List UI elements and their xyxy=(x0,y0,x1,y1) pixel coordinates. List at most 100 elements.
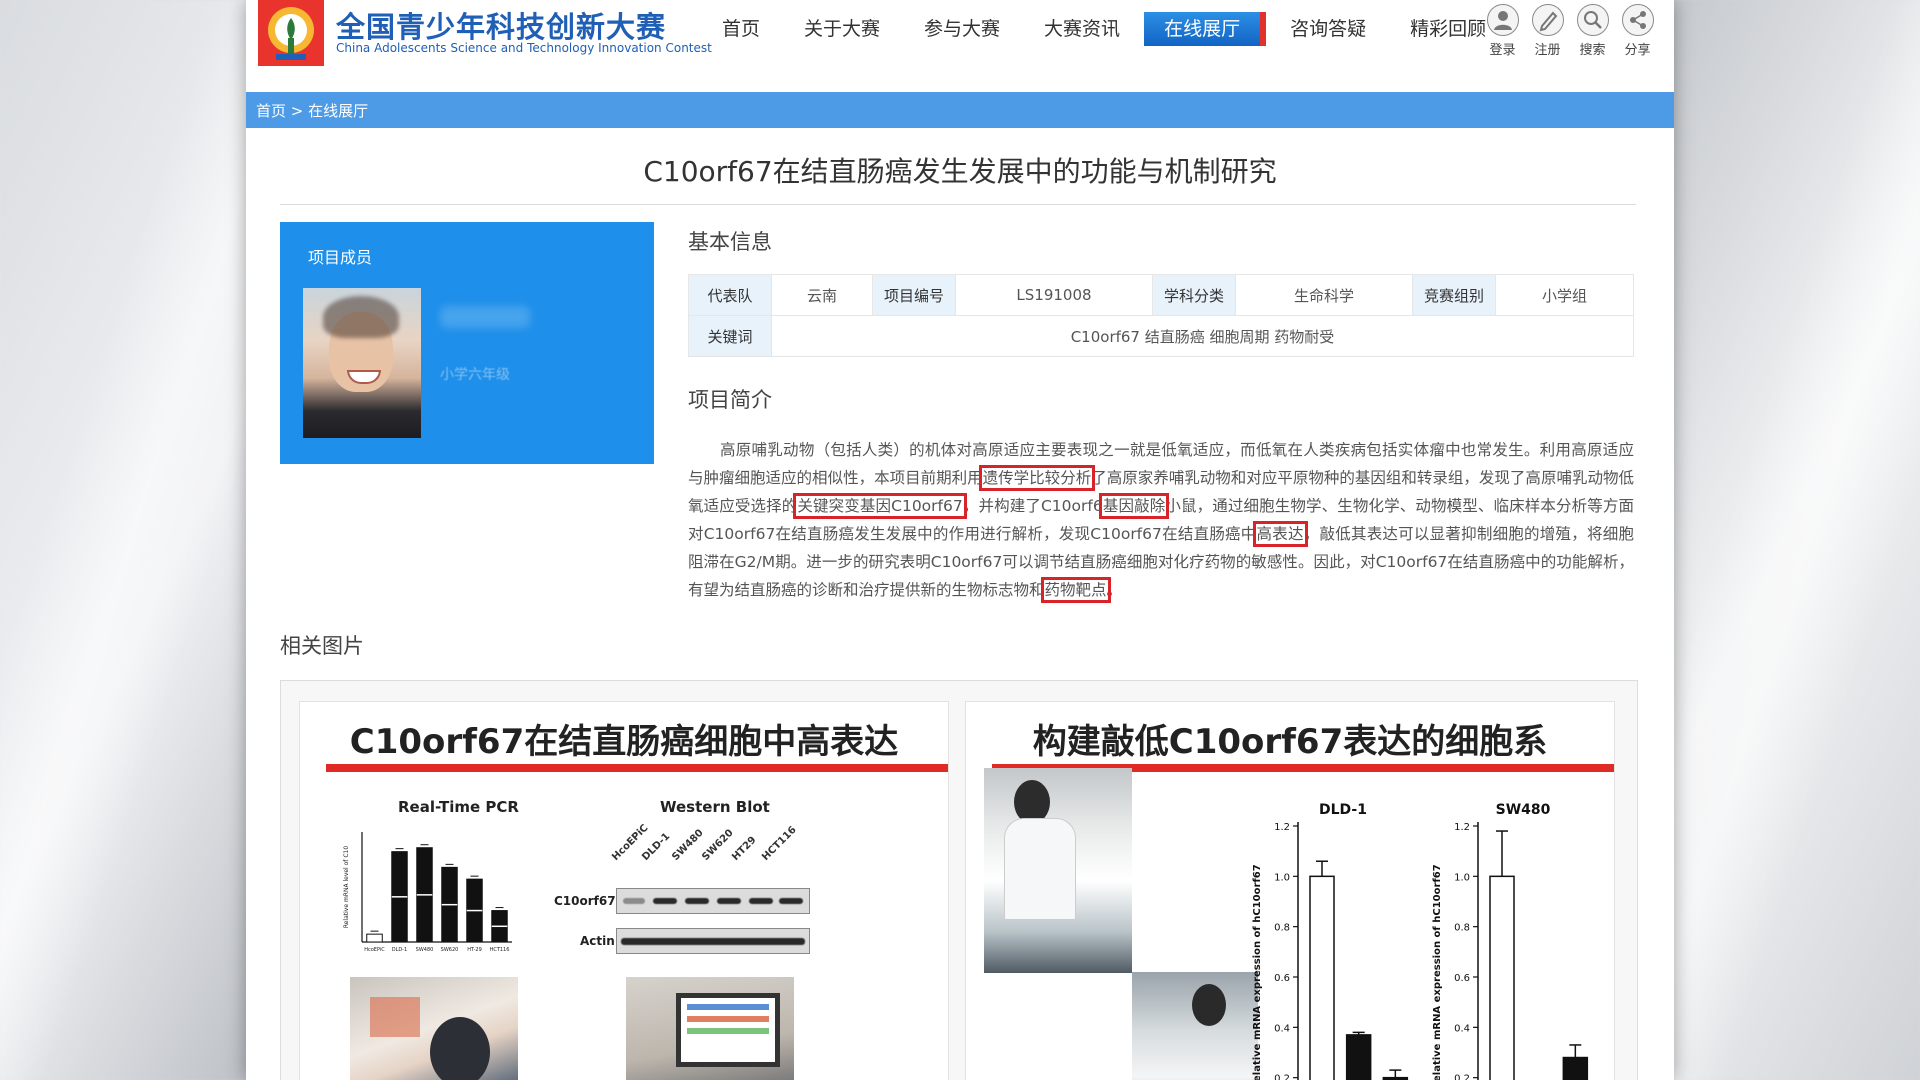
chart-y-tick-label: 0.6 xyxy=(1454,973,1470,984)
breadcrumb-separator: > xyxy=(290,102,304,120)
lab-photo xyxy=(1132,972,1258,1080)
title-divider xyxy=(280,204,1636,205)
pcr-tick-label: DLD-1 xyxy=(392,947,407,953)
chart-y-tick-label: 1.0 xyxy=(1274,872,1290,883)
members-heading: 项目成员 xyxy=(308,248,373,267)
related-pictures-heading: 相关图片 xyxy=(280,634,364,658)
chart-bar xyxy=(1309,875,1335,1080)
wb-lane-label: HT29 xyxy=(730,834,759,863)
pcr-tick-label: SW480 xyxy=(416,947,434,953)
highlight-drug-target: 药物靶点 xyxy=(1040,577,1111,603)
register-button[interactable]: 注册 xyxy=(1525,4,1570,58)
summary-text-6: 。 xyxy=(1106,581,1123,599)
figure-knockdown-cell-line[interactable]: 构建敲低C10orf67表达的细胞系 DLD-1 0.2 0.4 0.6 0.8 1.0 1… xyxy=(965,701,1615,1080)
share-label: 分享 xyxy=(1624,43,1651,58)
member-grade: 小学六年级 xyxy=(440,367,510,383)
chart-y-tick-label: 1.2 xyxy=(1454,822,1470,833)
wb-row-label: C10orf67 xyxy=(554,894,616,908)
project-members-panel: 项目成员 小学六年级 xyxy=(280,222,654,464)
wb-lane-label: SW480 xyxy=(670,827,706,863)
pcr-tick-label: SW620 xyxy=(441,947,459,953)
site-name-english: China Adolescents Science and Technology… xyxy=(336,41,712,55)
figure-right-title: 构建敲低C10orf67表达的细胞系 xyxy=(1032,722,1548,762)
chart-y-tick-label: 0.8 xyxy=(1454,923,1470,934)
search-icon xyxy=(1576,4,1609,36)
team-label: 代表队 xyxy=(688,274,772,316)
breadcrumb-current[interactable]: 在线展厅 xyxy=(308,102,368,120)
login-button[interactable]: 登录 xyxy=(1480,4,1525,58)
search-label: 搜索 xyxy=(1579,43,1606,58)
nav-participate[interactable]: 参与大赛 xyxy=(904,12,1020,46)
chart-y-tick-label: 0.4 xyxy=(1454,1023,1470,1034)
site-header: 全国青少年科技创新大赛 China Adolescents Science an… xyxy=(246,0,1674,92)
figure-left-underline xyxy=(300,764,948,772)
pcr-tick-label: HCT116 xyxy=(490,947,510,953)
breadcrumb-home[interactable]: 首页 xyxy=(256,102,286,120)
chart-y-tick-label: 0.6 xyxy=(1274,973,1290,984)
figure-high-expression[interactable]: C10orf67在结直肠癌细胞中高表达 Real-Time PCR Relati… xyxy=(299,701,949,1080)
project-id-value: LS191008 xyxy=(955,274,1153,316)
group-label: 竞赛组别 xyxy=(1412,274,1496,316)
wb-lane-label: SW620 xyxy=(700,827,736,863)
wb-blot-actin xyxy=(616,928,810,954)
group-value: 小学组 xyxy=(1495,274,1634,316)
chart-bar xyxy=(1562,1056,1589,1080)
team-value: 云南 xyxy=(771,274,873,316)
nav-online-exhibition[interactable]: 在线展厅 xyxy=(1144,12,1267,46)
lab-photo xyxy=(350,977,518,1080)
wb-blot-c10orf67 xyxy=(616,888,810,914)
breadcrumb: 首页 > 在线展厅 xyxy=(256,100,368,121)
lab-photo xyxy=(984,768,1132,973)
member-name-blurred xyxy=(440,306,530,328)
chart-bar xyxy=(1489,875,1515,1080)
member-avatar xyxy=(303,288,421,438)
header-tools: 登录 注册 搜索 分享 xyxy=(1480,4,1660,58)
pcr-bar-chart: Relative mRNA level of C10 HcoEPiC DLD-1 SW… xyxy=(343,832,512,953)
chart-y-tick-label: 0.2 xyxy=(1274,1074,1290,1080)
breadcrumb-bar: 首页 > 在线展厅 xyxy=(246,92,1674,128)
highlight-gene-knockout: 基因敲除 xyxy=(1098,493,1170,519)
chart-title: DLD-1 xyxy=(1319,802,1367,818)
keywords-value: C10orf67 结直肠癌 细胞周期 药物耐受 xyxy=(771,315,1634,357)
chart-y-tick-label: 0.8 xyxy=(1274,923,1290,934)
chart-y-tick-label: 0.4 xyxy=(1274,1023,1290,1034)
chart-y-tick-label: 1.2 xyxy=(1274,822,1290,833)
nav-home[interactable]: 首页 xyxy=(702,12,780,46)
search-button[interactable]: 搜索 xyxy=(1570,4,1615,58)
pcr-bar xyxy=(366,933,383,943)
pcr-y-label: Relative mRNA level of C10 xyxy=(343,846,350,928)
user-icon xyxy=(1486,4,1519,36)
member-hair xyxy=(323,296,399,338)
keywords-label: 关键词 xyxy=(688,315,772,357)
share-icon xyxy=(1621,4,1654,36)
contest-logo-icon[interactable] xyxy=(258,0,324,66)
chart-y-tick-label: 1.0 xyxy=(1454,872,1470,883)
subject-value: 生命科学 xyxy=(1235,274,1413,316)
lab-photo xyxy=(626,977,794,1080)
figure-left-title: C10orf67在结直肠癌细胞中高表达 xyxy=(349,722,899,762)
basic-info-heading: 基本信息 xyxy=(688,230,772,254)
related-pictures-gallery: C10orf67在结直肠癌细胞中高表达 Real-Time PCR Relati… xyxy=(280,680,1638,1080)
wb-lane-labels: HcoEPiC DLD-1 SW480 SW620 HT29 HCT116 xyxy=(610,822,818,882)
nav-news[interactable]: 大赛资讯 xyxy=(1024,12,1140,46)
chart-title: SW480 xyxy=(1496,802,1551,818)
highlight-high-expression: 高表达 xyxy=(1252,521,1308,547)
project-id-label: 项目编号 xyxy=(872,274,956,316)
project-title: C10orf67在结直肠癌发生发展中的功能与机制研究 xyxy=(643,155,1277,188)
highlight-key-mutant-gene: 关键突变基因C10orf67 xyxy=(793,493,967,519)
pcr-tick-label: HcoEPiC xyxy=(364,947,385,953)
western-blot-title: Western Blot xyxy=(660,798,770,816)
site-name[interactable]: 全国青少年科技创新大赛 xyxy=(336,4,666,46)
register-label: 注册 xyxy=(1534,43,1561,58)
subject-label: 学科分类 xyxy=(1152,274,1236,316)
sw480-bar-chart: SW480 0.2 0.4 0.6 0.8 1.0 1.2 Relative mRNA exp… xyxy=(1432,802,1589,1080)
chart-y-label: Relative mRNA expression of hC10orf67 xyxy=(1432,864,1443,1080)
dld1-bar-chart: DLD-1 0.2 0.4 0.6 0.8 1.0 1.2 Relative mRNA exp… xyxy=(1252,802,1409,1080)
chart-y-label: Relative mRNA expression of hC10orf67 xyxy=(1252,864,1263,1080)
wb-row-label: Actin xyxy=(580,934,615,948)
pcr-tick-label: HT-29 xyxy=(467,947,482,953)
nav-faq[interactable]: 咨询答疑 xyxy=(1270,12,1386,46)
highlight-comparative-genetics: 遗传学比较分析 xyxy=(978,465,1096,491)
nav-about[interactable]: 关于大赛 xyxy=(784,12,900,46)
share-button[interactable]: 分享 xyxy=(1615,4,1660,58)
